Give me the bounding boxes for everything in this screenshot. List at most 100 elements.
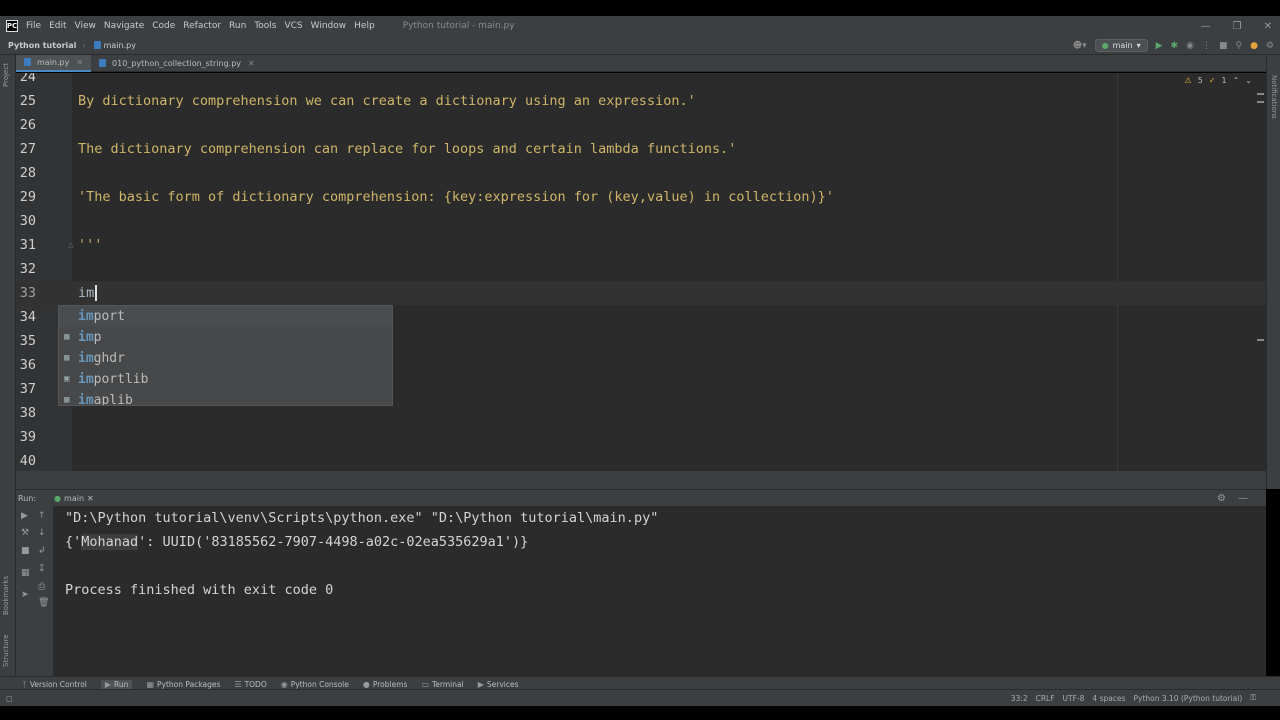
debug-icon[interactable]: ✱ bbox=[1171, 41, 1179, 51]
tool-run[interactable]: ▶ Run bbox=[100, 680, 133, 689]
coverage-icon[interactable]: ◉ bbox=[1186, 41, 1194, 51]
console-output-line: {'Mohanad': UUID('83185562-7907-4498-a02… bbox=[65, 534, 528, 550]
line-number: 34 bbox=[19, 309, 36, 325]
close-icon[interactable]: ✕ bbox=[76, 58, 83, 67]
user-icon[interactable]: ☻▾ bbox=[1073, 41, 1087, 51]
completion-match: im bbox=[78, 372, 94, 387]
tab-main-py[interactable]: main.py ✕ bbox=[16, 54, 92, 72]
update-icon[interactable]: ● bbox=[1250, 41, 1258, 51]
pin-icon[interactable]: ➤ bbox=[21, 590, 29, 600]
line-text: im bbox=[78, 281, 98, 305]
bookmarks-tool-tab[interactable]: Bookmarks bbox=[2, 576, 10, 615]
line-number: 29 bbox=[19, 189, 36, 205]
status-bar: ◻ 33:2 CRLF UTF-8 4 spaces Python 3.10 (… bbox=[0, 689, 1280, 706]
chevron-down-icon: ▾ bbox=[1136, 41, 1141, 50]
soft-wrap-icon[interactable]: ↲ bbox=[38, 546, 46, 556]
settings-icon[interactable]: ⚙ bbox=[1266, 41, 1274, 51]
completion-item-import[interactable]: import bbox=[59, 306, 392, 327]
run-toolbar: ▶ ⚒ ■ ▦ ➤ ↑ ↓ ↲ ↧ ⎙ 🗑 bbox=[16, 506, 54, 689]
lock-icon[interactable]: ⚿ bbox=[1250, 693, 1256, 703]
close-icon[interactable]: ✕ bbox=[87, 494, 94, 503]
line-number: 27 bbox=[19, 141, 36, 157]
structure-tool-tab[interactable]: Structure bbox=[2, 634, 10, 667]
menu-help[interactable]: Help bbox=[354, 21, 375, 31]
output-suffix: ': UUID('83185562-7907-4498-a02c-02ea535… bbox=[138, 534, 529, 550]
status-caret-position[interactable]: 33:2 bbox=[1011, 694, 1028, 703]
editor-bottom-padding bbox=[16, 471, 1266, 489]
menu-run[interactable]: Run bbox=[229, 21, 246, 31]
menu-code[interactable]: Code bbox=[152, 21, 175, 31]
status-indent[interactable]: 4 spaces bbox=[1092, 694, 1125, 703]
stop-icon[interactable]: ■ bbox=[21, 546, 30, 556]
status-line-separator[interactable]: CRLF bbox=[1036, 694, 1055, 703]
close-icon[interactable]: ✕ bbox=[248, 59, 255, 68]
code-line: 27 The dictionary comprehension can repl… bbox=[16, 137, 1266, 161]
services-icon: ▶ bbox=[477, 680, 484, 689]
notifications-tool-tab[interactable]: Notifications bbox=[1270, 75, 1278, 119]
close-icon[interactable]: ✕ bbox=[1264, 21, 1272, 32]
tab-label: main.py bbox=[37, 57, 70, 67]
tool-terminal[interactable]: ▭ Terminal bbox=[421, 680, 463, 689]
toggle-tool-windows-icon[interactable]: ◻ bbox=[6, 694, 13, 703]
tool-python-packages[interactable]: ▦ Python Packages bbox=[146, 680, 220, 689]
breadcrumb-file[interactable]: main.py bbox=[86, 41, 136, 50]
scroll-to-end-icon[interactable]: ↧ bbox=[38, 564, 46, 574]
rerun-icon[interactable]: ▶ bbox=[21, 511, 28, 521]
layout-icon[interactable]: ▦ bbox=[21, 568, 30, 578]
run-config-selector[interactable]: ● main ▾ bbox=[1094, 39, 1148, 52]
menu-vcs[interactable]: VCS bbox=[284, 21, 302, 31]
search-icon[interactable]: ⚲ bbox=[1235, 41, 1242, 51]
completion-item-importlib[interactable]: ▣ importlib bbox=[59, 369, 392, 390]
minimize-icon[interactable]: — bbox=[1201, 21, 1211, 32]
status-interpreter[interactable]: Python 3.10 (Python tutorial) bbox=[1134, 694, 1243, 703]
project-tool-tab[interactable]: Project bbox=[2, 63, 10, 87]
up-icon[interactable]: ↑ bbox=[38, 511, 46, 521]
menu-navigate[interactable]: Navigate bbox=[104, 21, 144, 31]
tool-python-console[interactable]: ◉ Python Console bbox=[281, 680, 349, 689]
menu-refactor[interactable]: Refactor bbox=[183, 21, 221, 31]
console-command-line: "D:\Python tutorial\venv\Scripts\python.… bbox=[65, 510, 659, 526]
run-icon[interactable]: ▶ bbox=[1156, 41, 1163, 51]
tool-todo[interactable]: ☰ TODO bbox=[234, 680, 266, 689]
completion-match: im bbox=[78, 351, 94, 366]
more-run-icon[interactable]: ⋮ bbox=[1202, 41, 1211, 51]
menu-edit[interactable]: Edit bbox=[49, 21, 66, 31]
completion-item-imghdr[interactable]: ▦ imghdr bbox=[59, 348, 392, 369]
line-number: 33 bbox=[19, 285, 36, 301]
completion-item-imaplib[interactable]: ▦ imaplib bbox=[59, 390, 392, 405]
stop-icon[interactable]: ■ bbox=[1219, 41, 1228, 51]
tool-version-control[interactable]: ᛉ Version Control bbox=[22, 680, 87, 689]
completion-item-imp[interactable]: ▦ imp bbox=[59, 327, 392, 348]
pycharm-logo-icon: PC bbox=[6, 20, 18, 32]
run-config-label: main bbox=[1112, 41, 1133, 50]
menu-tools[interactable]: Tools bbox=[254, 21, 276, 31]
code-line: 28 bbox=[16, 161, 1266, 185]
print-icon[interactable]: ⎙ bbox=[38, 582, 45, 592]
run-tab-main[interactable]: ● main ✕ bbox=[48, 494, 100, 503]
wrench-icon[interactable]: ⚒ bbox=[21, 528, 29, 538]
menu-view[interactable]: View bbox=[75, 21, 96, 31]
menu-file[interactable]: File bbox=[26, 21, 41, 31]
fold-icon[interactable]: △ bbox=[68, 233, 73, 257]
breadcrumb-project[interactable]: Python tutorial bbox=[0, 41, 76, 50]
maximize-icon[interactable]: ❐ bbox=[1233, 21, 1242, 32]
tool-services[interactable]: ▶ Services bbox=[478, 680, 519, 689]
line-number: 26 bbox=[19, 117, 36, 133]
completion-rest: portlib bbox=[93, 372, 149, 387]
code-line: 25 By dictionary comprehension we can cr… bbox=[16, 89, 1266, 113]
trash-icon[interactable]: 🗑 bbox=[38, 598, 49, 608]
code-editor[interactable]: 24 25 By dictionary comprehension we can… bbox=[16, 73, 1266, 471]
hide-panel-icon[interactable]: — bbox=[1238, 493, 1248, 504]
run-console-output[interactable]: "D:\Python tutorial\venv\Scripts\python.… bbox=[54, 506, 1266, 689]
inspection-widget[interactable]: ⚠ 5 ✓ 1 ⌃ ⌄ bbox=[1185, 76, 1252, 85]
tool-problems[interactable]: ● Problems bbox=[363, 680, 408, 689]
tab-collection-string[interactable]: 010_python_collection_string.py ✕ bbox=[91, 55, 263, 72]
gear-icon[interactable]: ⚙ bbox=[1217, 493, 1226, 504]
chevron-up-icon[interactable]: ⌃ bbox=[1233, 76, 1240, 85]
completion-rest: p bbox=[93, 330, 102, 345]
completion-rest: ghdr bbox=[93, 351, 125, 366]
down-icon[interactable]: ↓ bbox=[38, 528, 46, 538]
chevron-down-icon[interactable]: ⌄ bbox=[1245, 76, 1252, 85]
menu-window[interactable]: Window bbox=[311, 21, 347, 31]
status-encoding[interactable]: UTF-8 bbox=[1063, 694, 1085, 703]
